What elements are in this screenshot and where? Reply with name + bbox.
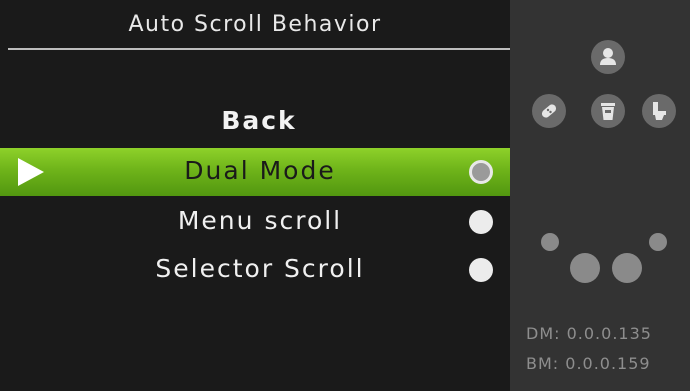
toilet-icon	[642, 94, 676, 128]
back-button[interactable]: Back	[0, 106, 518, 135]
menu-title: Auto Scroll Behavior	[128, 12, 382, 37]
person-icon	[591, 40, 625, 74]
indicator-dot-small-left	[541, 233, 559, 251]
radio-menu-scroll[interactable]	[469, 210, 493, 234]
menu-item-selector-scroll[interactable]: Selector Scroll	[0, 246, 510, 294]
title-divider	[8, 48, 510, 50]
radio-dual-mode[interactable]	[469, 160, 493, 184]
menu-panel: Auto Scroll Behavior Back Dual Mode Menu…	[0, 0, 510, 391]
indicator-dot-small-right	[649, 233, 667, 251]
menu-item-dual-mode[interactable]: Dual Mode	[0, 148, 510, 196]
radio-selector-scroll[interactable]	[469, 258, 493, 282]
bm-version: BM: 0.0.0.159	[526, 354, 651, 373]
menu-item-label: Menu scroll	[177, 206, 343, 235]
device-screen: Auto Scroll Behavior Back Dual Mode Menu…	[0, 0, 690, 391]
trash-bin-icon	[591, 94, 625, 128]
indicator-dot-large-right	[612, 253, 642, 283]
dm-version: DM: 0.0.0.135	[526, 324, 652, 343]
menu-item-label: Selector Scroll	[155, 254, 365, 283]
menu-item-label: Dual Mode	[184, 156, 336, 185]
menu-item-menu-scroll[interactable]: Menu scroll	[0, 198, 510, 246]
bandage-icon	[532, 94, 566, 128]
status-panel: DM: 0.0.0.135 BM: 0.0.0.159	[510, 0, 690, 391]
indicator-dot-large-left	[570, 253, 600, 283]
